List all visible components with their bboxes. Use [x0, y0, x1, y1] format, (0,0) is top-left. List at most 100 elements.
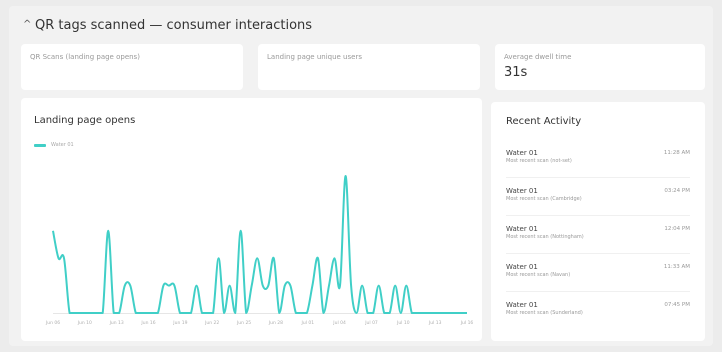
- data-point: [262, 285, 264, 287]
- activity-item-subtitle: Most recent scan (Cambridge): [506, 196, 582, 202]
- data-point: [201, 312, 203, 314]
- activity-item-subtitle: Most recent scan (Nottingham): [506, 234, 584, 240]
- data-point: [289, 285, 291, 287]
- x-tick-label: Jun 25: [236, 320, 251, 326]
- stat-label: Average dwell time: [504, 53, 572, 61]
- data-point: [107, 230, 109, 232]
- data-point: [223, 312, 225, 314]
- x-tick-label: Jul 04: [332, 320, 346, 326]
- data-point: [350, 285, 352, 287]
- activity-item-time: 11:33 AM: [663, 264, 690, 270]
- data-point: [378, 285, 380, 287]
- section-title: QR tags scanned — consumer interactions: [35, 17, 313, 33]
- stat-card-dwell-time: Average dwell time 31s: [495, 44, 705, 90]
- data-point: [300, 312, 302, 314]
- data-point: [273, 257, 275, 259]
- chevron-up-icon: ^: [23, 19, 32, 30]
- data-point: [218, 257, 220, 259]
- stat-label: Landing page unique users: [267, 53, 362, 61]
- x-tick-label: Jun 28: [268, 320, 283, 326]
- x-tick-label: Jun 10: [77, 320, 92, 326]
- data-point: [91, 312, 93, 314]
- data-point: [179, 312, 181, 314]
- activity-item[interactable]: Water 01 Most recent scan (Sunderland) 0…: [506, 301, 690, 327]
- stat-card-unique-users: Landing page unique users: [258, 44, 480, 90]
- activity-item[interactable]: Water 01 Most recent scan (Navan) 11:33 …: [506, 263, 690, 289]
- series-line-water-01: [52, 175, 467, 314]
- data-point: [63, 257, 65, 259]
- data-point: [317, 257, 319, 259]
- data-point: [256, 257, 258, 259]
- data-point: [74, 312, 76, 314]
- data-point: [173, 285, 175, 287]
- chart-card: Landing page opens Water 01 Jun 06 Jun 10…: [21, 98, 482, 341]
- data-point: [339, 285, 341, 287]
- data-point: [383, 312, 385, 314]
- recent-activity-title: Recent Activity: [506, 116, 582, 127]
- data-point: [240, 230, 242, 232]
- activity-item-name: Water 01: [506, 263, 538, 271]
- qr-tags-panel: ^ QR tags scanned — consumer interaction…: [9, 6, 713, 346]
- data-point: [411, 312, 413, 314]
- activity-item-time: 12:04 PM: [664, 226, 690, 232]
- data-point: [69, 312, 71, 314]
- data-point: [52, 230, 54, 232]
- x-tick-label: Jun 19: [172, 320, 187, 326]
- data-point: [416, 312, 418, 314]
- data-point: [245, 312, 247, 314]
- data-point: [185, 312, 187, 314]
- stat-card-qr-scans: QR Scans (landing page opens): [21, 44, 243, 90]
- activity-item[interactable]: Water 01 Most recent scan (Cambridge) 03…: [506, 187, 690, 213]
- data-point: [278, 312, 280, 314]
- data-point: [162, 285, 164, 287]
- activity-item-time: 07:45 PM: [664, 302, 690, 308]
- x-tick-label: Jul 01: [301, 320, 315, 326]
- activity-item[interactable]: Water 01 Most recent scan (not-set) 11:2…: [506, 149, 690, 175]
- data-point: [124, 285, 126, 287]
- activity-item-name: Water 01: [506, 301, 538, 309]
- data-point: [118, 312, 120, 314]
- data-point: [372, 312, 374, 314]
- data-point: [234, 312, 236, 314]
- data-point: [58, 257, 60, 259]
- data-point: [405, 285, 407, 287]
- x-tick-label: Jun 22: [204, 320, 219, 326]
- data-point: [455, 312, 457, 314]
- data-point: [311, 285, 313, 287]
- activity-item-name: Water 01: [506, 187, 538, 195]
- divider: [506, 177, 690, 178]
- data-point: [466, 312, 468, 314]
- data-point: [389, 312, 391, 314]
- section-header-toggle[interactable]: ^ QR tags scanned — consumer interaction…: [23, 15, 312, 35]
- data-point: [356, 312, 358, 314]
- data-point: [207, 312, 209, 314]
- data-point: [80, 312, 82, 314]
- data-point: [251, 285, 253, 287]
- data-point: [140, 312, 142, 314]
- data-point: [461, 312, 463, 314]
- data-point: [113, 312, 115, 314]
- data-point: [422, 312, 424, 314]
- data-point: [168, 285, 170, 287]
- activity-item-name: Water 01: [506, 225, 538, 233]
- data-point: [334, 257, 336, 259]
- x-tick-label: Jun 13: [109, 320, 124, 326]
- stat-label: QR Scans (landing page opens): [30, 53, 140, 61]
- x-tick-label: Jun 16: [140, 320, 155, 326]
- data-point: [85, 312, 87, 314]
- data-point: [367, 312, 369, 314]
- activity-item[interactable]: Water 01 Most recent scan (Nottingham) 1…: [506, 225, 690, 251]
- data-point: [96, 312, 98, 314]
- x-tick-label: Jul 07: [364, 320, 378, 326]
- data-point: [394, 285, 396, 287]
- data-point: [444, 312, 446, 314]
- data-point: [157, 312, 159, 314]
- data-point: [295, 312, 297, 314]
- data-point: [306, 312, 308, 314]
- data-point: [328, 285, 330, 287]
- activity-item-time: 03:24 PM: [664, 188, 690, 194]
- data-point: [449, 312, 451, 314]
- data-point: [400, 312, 402, 314]
- data-point: [229, 285, 231, 287]
- divider: [506, 215, 690, 216]
